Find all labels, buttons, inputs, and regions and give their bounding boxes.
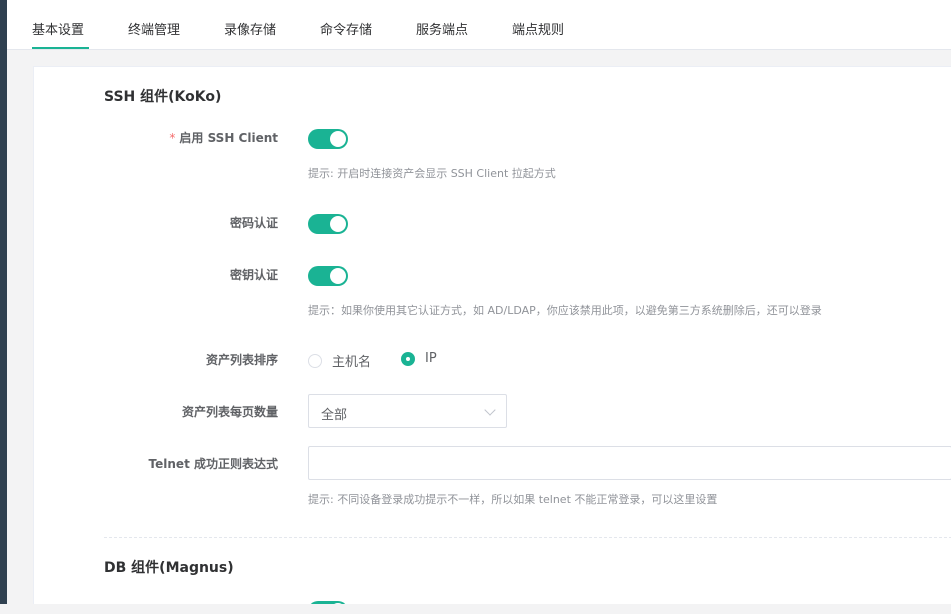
password-auth-switch[interactable] bbox=[308, 214, 348, 234]
tab-service-endpoints[interactable]: 服务端点 bbox=[416, 0, 468, 50]
tab-basic-settings[interactable]: 基本设置 bbox=[32, 0, 84, 50]
tab-terminal-management[interactable]: 终端管理 bbox=[128, 0, 180, 50]
radio-circle-checked bbox=[401, 351, 415, 366]
key-auth-label: 密钥认证 bbox=[229, 268, 278, 282]
page-size-select[interactable]: 全部 bbox=[308, 394, 507, 428]
telnet-regex-input[interactable] bbox=[308, 446, 951, 480]
telnet-regex-label-row: Telnet 成功正则表达式 bbox=[34, 455, 278, 475]
radio-hostname-label: 主机名 bbox=[332, 355, 372, 370]
enable-ssh-client-label-row: * 启用 SSH Client bbox=[34, 129, 278, 149]
settings-panel: SSH 组件(KoKo) * 启用 SSH Client 提示: 开启时连接资产会… bbox=[33, 66, 951, 614]
tab-command-storage[interactable]: 命令存储 bbox=[320, 0, 372, 50]
tab-replay-storage[interactable]: 录像存储 bbox=[224, 0, 276, 50]
enable-ssh-client-switch[interactable] bbox=[308, 129, 348, 149]
radio-hostname[interactable]: 主机名 bbox=[308, 351, 371, 370]
enable-ssh-client-text: 启用 SSH Client bbox=[179, 131, 278, 145]
key-auth-switch[interactable] bbox=[308, 266, 348, 286]
page-size-value: 全部 bbox=[321, 408, 348, 423]
telnet-regex-label: Telnet 成功正则表达式 bbox=[148, 457, 278, 471]
password-auth-label-row: 密码认证 bbox=[34, 214, 278, 234]
radio-circle bbox=[308, 353, 322, 368]
radio-ip-label: IP bbox=[425, 351, 437, 366]
page-size-label: 资产列表每页数量 bbox=[181, 405, 278, 419]
switch-knob bbox=[330, 216, 346, 232]
asset-list-sort-label-row: 资产列表排序 bbox=[34, 351, 278, 371]
enable-ssh-client-label: * 启用 SSH Client bbox=[169, 129, 278, 146]
enable-ssh-client-hint: 提示: 开启时连接资产会显示 SSH Client 拉起方式 bbox=[308, 167, 556, 180]
active-tab-indicator bbox=[32, 47, 89, 49]
tab-endpoint-rules[interactable]: 端点规则 bbox=[512, 0, 564, 50]
settings-tabs: 基本设置 终端管理 录像存储 命令存储 服务端点 端点规则 bbox=[7, 0, 951, 50]
key-auth-hint: 提示：如果你使用其它认证方式，如 AD/LDAP，你应该禁用此项，以避免第三方系… bbox=[308, 304, 822, 317]
section-divider bbox=[104, 537, 951, 538]
page-size-label-row: 资产列表每页数量 bbox=[34, 403, 278, 423]
switch-knob bbox=[330, 131, 346, 147]
switch-knob bbox=[330, 268, 346, 284]
required-mark: * bbox=[169, 131, 176, 145]
ssh-section-title: SSH 组件(KoKo) bbox=[104, 89, 222, 105]
key-auth-label-row: 密钥认证 bbox=[34, 266, 278, 286]
db-section-title: DB 组件(Magnus) bbox=[104, 560, 234, 576]
radio-ip[interactable]: IP bbox=[401, 351, 437, 366]
password-auth-label: 密码认证 bbox=[229, 216, 278, 230]
telnet-regex-hint: 提示: 不同设备登录成功提示不一样，所以如果 telnet 不能正常登录，可以这… bbox=[308, 493, 718, 506]
bottom-edge bbox=[0, 604, 951, 614]
left-sidebar-edge bbox=[0, 0, 7, 614]
asset-list-sort-label: 资产列表排序 bbox=[205, 353, 278, 367]
chevron-down-icon bbox=[484, 404, 496, 416]
